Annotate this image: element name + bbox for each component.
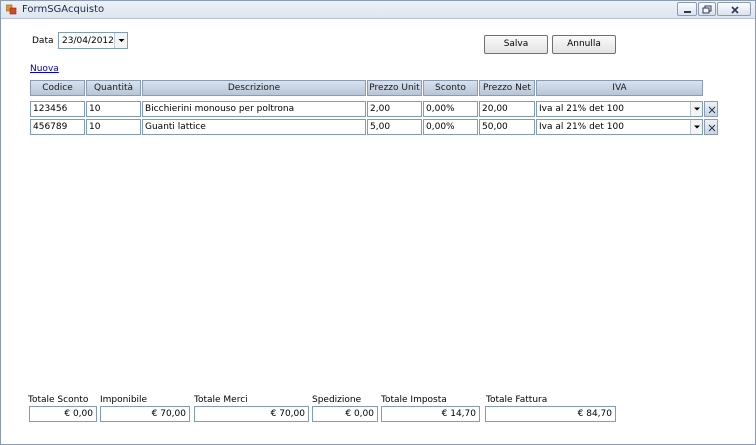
prezzo-net-input[interactable]: 50,00 xyxy=(479,119,535,135)
column-header-prezzo-net: Prezzo Net xyxy=(479,80,535,96)
column-header-descrizione: Descrizione xyxy=(142,80,366,96)
form-content: Data 23/04/2012 Salva Annulla Nuova Codi… xyxy=(1,20,755,444)
iva-value: Iva al 21% det 100 xyxy=(539,122,624,132)
date-value: 23/04/2012 xyxy=(62,36,114,46)
save-button[interactable]: Salva xyxy=(484,35,548,54)
app-window: FormSGAcquisto Data 23/04/2012 Salva Ann… xyxy=(0,0,756,445)
form-window-icon xyxy=(5,4,17,15)
descrizione-input[interactable]: Guanti lattice xyxy=(142,119,366,135)
spedizione-label: Spedizione xyxy=(312,395,362,405)
column-header-iva: IVA xyxy=(536,80,703,96)
totale-fattura-label: Totale Fattura xyxy=(486,395,548,405)
quantita-input[interactable]: 10 xyxy=(86,119,141,135)
maximize-icon xyxy=(702,5,712,14)
delete-row-button[interactable] xyxy=(704,101,718,117)
minimize-button[interactable] xyxy=(677,2,697,16)
totale-sconto-label: Totale Sconto xyxy=(28,395,89,405)
imponibile-label: Imponibile xyxy=(100,395,148,405)
minimize-icon xyxy=(684,11,691,13)
codice-input[interactable]: 456789 xyxy=(30,119,85,135)
codice-input[interactable]: 123456 xyxy=(30,101,85,117)
chevron-down-icon[interactable] xyxy=(114,33,127,48)
spedizione-input[interactable]: € 0,00 xyxy=(312,406,378,422)
title-bar[interactable]: FormSGAcquisto xyxy=(1,1,755,19)
sconto-input[interactable]: 0,00% xyxy=(423,119,478,135)
date-picker[interactable]: 23/04/2012 xyxy=(58,32,128,49)
quantita-input[interactable]: 10 xyxy=(86,101,141,117)
descrizione-input[interactable]: Bicchierini monouso per poltrona xyxy=(142,101,366,117)
column-header-codice: Codice xyxy=(30,80,85,96)
date-label: Data xyxy=(32,36,54,46)
totale-merci-field: € 70,00 xyxy=(194,406,309,422)
prezzo-unit-input[interactable]: 5,00 xyxy=(367,119,422,135)
totale-imposta-label: Totale Imposta xyxy=(381,395,447,405)
totale-sconto-field: € 0,00 xyxy=(29,406,97,422)
column-header-prezzo-unit: Prezzo Unit xyxy=(367,80,422,96)
totale-imposta-field: € 14,70 xyxy=(381,406,480,422)
prezzo-unit-input[interactable]: 2,00 xyxy=(367,101,422,117)
delete-x-icon xyxy=(708,106,716,114)
chevron-down-icon[interactable] xyxy=(690,102,702,116)
column-header-quantita: Quantità xyxy=(86,80,141,96)
cancel-button[interactable]: Annulla xyxy=(552,35,616,54)
iva-value: Iva al 21% det 100 xyxy=(539,104,624,114)
iva-select[interactable]: Iva al 21% det 100 xyxy=(536,101,703,117)
totale-fattura-field: € 84,70 xyxy=(485,406,616,422)
close-icon xyxy=(731,6,739,14)
imponibile-field: € 70,00 xyxy=(100,406,190,422)
prezzo-net-input[interactable]: 20,00 xyxy=(479,101,535,117)
window-title: FormSGAcquisto xyxy=(22,4,105,15)
column-header-sconto: Sconto xyxy=(423,80,478,96)
new-row-link[interactable]: Nuova xyxy=(30,64,59,74)
restore-button[interactable] xyxy=(698,2,716,16)
close-button[interactable] xyxy=(717,2,751,16)
iva-select[interactable]: Iva al 21% det 100 xyxy=(536,119,703,135)
chevron-down-icon[interactable] xyxy=(690,120,702,134)
delete-row-button[interactable] xyxy=(704,119,718,135)
totale-merci-label: Totale Merci xyxy=(194,395,248,405)
delete-x-icon xyxy=(708,124,716,132)
sconto-input[interactable]: 0,00% xyxy=(423,101,478,117)
